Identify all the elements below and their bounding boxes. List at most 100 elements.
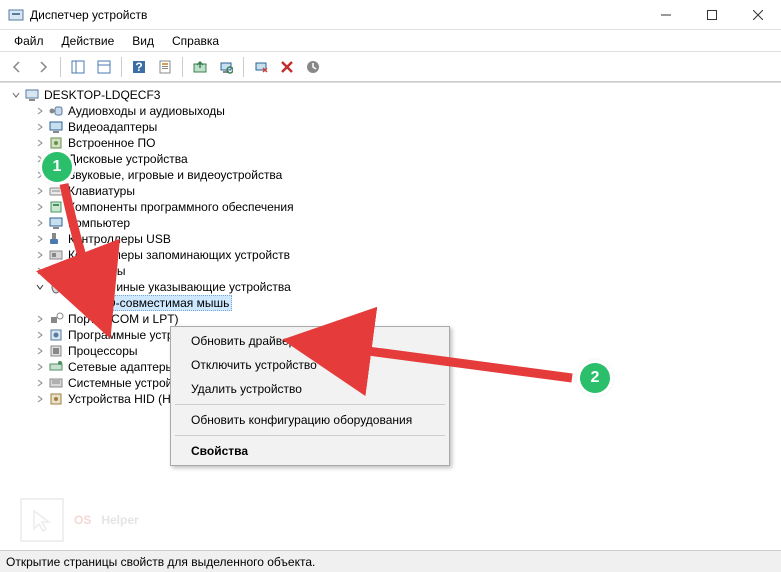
chevron-right-icon[interactable] (34, 121, 46, 133)
chevron-right-icon[interactable] (34, 249, 46, 261)
svg-text:?: ? (135, 60, 142, 74)
context-disable-device[interactable]: Отключить устройство (173, 353, 447, 377)
chevron-right-icon[interactable] (34, 233, 46, 245)
tree-node-label: Компоненты программного обеспечения (68, 200, 294, 214)
context-update-driver[interactable]: Обновить драйвер (173, 329, 447, 353)
chevron-right-icon[interactable] (34, 313, 46, 325)
toolbar-show-hide-tree-button[interactable] (66, 55, 90, 79)
tree-node[interactable]: Мыши и иные указывающие устройства (0, 279, 781, 295)
toolbar-disable-button[interactable] (249, 55, 273, 79)
device-category-icon (48, 391, 64, 407)
toolbar-properties2-button[interactable] (153, 55, 177, 79)
device-category-icon (48, 343, 64, 359)
close-button[interactable] (735, 0, 781, 29)
tree-node[interactable]: Компоненты программного обеспечения (0, 199, 781, 215)
tree-child-node[interactable]: HID-совместимая мышь (0, 295, 781, 311)
toolbar-uninstall-button[interactable] (275, 55, 299, 79)
menu-help[interactable]: Справка (164, 32, 227, 50)
computer-icon (24, 87, 40, 103)
tree-node-label: Аудиовходы и аудиовыходы (68, 104, 225, 118)
tree-root[interactable]: DESKTOP-LDQECF3 (0, 87, 781, 103)
chevron-right-icon[interactable] (34, 137, 46, 149)
chevron-right-icon[interactable] (34, 361, 46, 373)
device-category-icon (48, 327, 64, 343)
toolbar: ? (0, 52, 781, 82)
toolbar-update-driver-button[interactable] (188, 55, 212, 79)
chevron-right-icon[interactable] (34, 217, 46, 229)
toolbar-help-button[interactable]: ? (127, 55, 151, 79)
context-menu: Обновить драйвер Отключить устройство Уд… (170, 326, 450, 466)
chevron-down-icon[interactable] (34, 281, 46, 293)
watermark: OS Helper (20, 498, 139, 542)
menu-action[interactable]: Действие (54, 32, 123, 50)
toolbar-forward-button[interactable] (31, 55, 55, 79)
context-uninstall-device[interactable]: Удалить устройство (173, 377, 447, 401)
tree-node[interactable]: Контроллеры USB (0, 231, 781, 247)
tree-node[interactable]: Компьютер (0, 215, 781, 231)
tree-node[interactable]: Клавиатуры (0, 183, 781, 199)
device-category-icon (48, 215, 64, 231)
statusbar: Открытие страницы свойств для выделенног… (0, 550, 781, 572)
minimize-button[interactable] (643, 0, 689, 29)
chevron-right-icon[interactable] (34, 393, 46, 405)
context-separator (175, 435, 445, 436)
device-category-icon (48, 279, 64, 295)
chevron-right-icon[interactable] (34, 345, 46, 357)
chevron-right-icon[interactable] (34, 329, 46, 341)
tree-node-label: Встроенное ПО (68, 136, 155, 150)
chevron-down-icon[interactable] (10, 89, 22, 101)
tree-node-label: Мыши и иные указывающие устройства (68, 280, 291, 294)
chevron-right-icon[interactable] (34, 377, 46, 389)
toolbar-separator (243, 57, 244, 77)
menu-file[interactable]: Файл (6, 32, 52, 50)
device-category-icon (48, 231, 64, 247)
tree-node-label: Сетевые адаптеры (68, 360, 174, 374)
device-category-icon (48, 247, 64, 263)
device-tree[interactable]: DESKTOP-LDQECF3 Аудиовходы и аудиовыходы… (0, 82, 781, 548)
tree-node-label: Видеоадаптеры (68, 120, 157, 134)
tree-root-label: DESKTOP-LDQECF3 (44, 88, 160, 102)
toolbar-properties-button[interactable] (92, 55, 116, 79)
tree-node-label: Контроллеры запоминающих устройств (68, 248, 290, 262)
maximize-button[interactable] (689, 0, 735, 29)
app-icon (8, 7, 24, 23)
statusbar-text: Открытие страницы свойств для выделенног… (6, 555, 315, 569)
device-category-icon (48, 359, 64, 375)
annotation-badge-1: 1 (42, 152, 72, 182)
toolbar-scan-hardware-button[interactable] (214, 55, 238, 79)
chevron-right-icon[interactable] (34, 201, 46, 213)
context-separator (175, 404, 445, 405)
tree-selected-label: HID-совместимая мышь (92, 295, 232, 311)
context-properties[interactable]: Свойства (173, 439, 447, 463)
tree-node[interactable]: Мониторы (0, 263, 781, 279)
tree-node-label: Процессоры (68, 344, 138, 358)
chevron-right-icon[interactable] (34, 185, 46, 197)
cursor-icon (20, 498, 64, 542)
context-scan-hardware[interactable]: Обновить конфигурацию оборудования (173, 408, 447, 432)
toolbar-separator (182, 57, 183, 77)
menu-view[interactable]: Вид (124, 32, 162, 50)
tree-node-label: Звуковые, игровые и видеоустройства (68, 168, 282, 182)
tree-node[interactable]: Встроенное ПО (0, 135, 781, 151)
tree-node[interactable]: Дисковые устройства (0, 151, 781, 167)
mouse-icon (72, 295, 88, 311)
titlebar: Диспетчер устройств (0, 0, 781, 30)
tree-node[interactable]: Контроллеры запоминающих устройств (0, 247, 781, 263)
tree-node[interactable]: Видеоадаптеры (0, 119, 781, 135)
device-category-icon (48, 135, 64, 151)
device-category-icon (48, 103, 64, 119)
tree-node[interactable]: Звуковые, игровые и видеоустройства (0, 167, 781, 183)
device-category-icon (48, 375, 64, 391)
toolbar-enable-button[interactable] (301, 55, 325, 79)
chevron-right-icon[interactable] (34, 265, 46, 277)
tree-node-label: Порты (COM и LPT) (68, 312, 179, 326)
tree-node-label: Клавиатуры (68, 184, 135, 198)
tree-node[interactable]: Порты (COM и LPT) (0, 311, 781, 327)
toolbar-back-button[interactable] (5, 55, 29, 79)
tree-node-label: Дисковые устройства (68, 152, 188, 166)
toolbar-separator (121, 57, 122, 77)
chevron-right-icon[interactable] (34, 105, 46, 117)
device-category-icon (48, 183, 64, 199)
tree-node[interactable]: Аудиовходы и аудиовыходы (0, 103, 781, 119)
menubar: Файл Действие Вид Справка (0, 30, 781, 52)
